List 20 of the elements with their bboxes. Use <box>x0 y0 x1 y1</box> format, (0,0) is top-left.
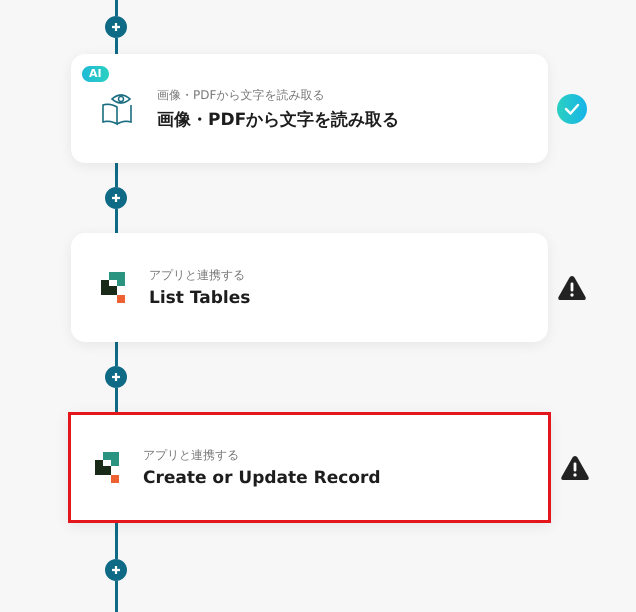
step-title: 画像・PDFから文字を読み取る <box>157 108 400 130</box>
plus-icon <box>111 193 121 203</box>
step-card[interactable]: アプリと連携する Create or Update Record <box>68 412 551 523</box>
step-caption: 画像・PDFから文字を読み取る <box>157 86 326 104</box>
add-step-button[interactable] <box>105 187 127 209</box>
add-step-button[interactable] <box>105 16 127 38</box>
step-caption: アプリと連携する <box>149 267 246 284</box>
plus-icon <box>111 565 121 575</box>
step-card[interactable]: アプリと連携する List Tables <box>71 233 548 342</box>
step-title: List Tables <box>149 288 250 308</box>
ai-badge: AI <box>82 66 109 82</box>
app-logo-icon <box>95 452 121 484</box>
plus-icon <box>111 372 121 382</box>
step-card[interactable]: AI 画像・PDFから文字を読み取る 画像・PDFから文字を読み取る <box>71 54 548 163</box>
app-logo-icon <box>101 272 127 304</box>
add-step-button[interactable] <box>105 366 127 388</box>
step-caption: アプリと連携する <box>143 447 240 464</box>
plus-icon <box>111 22 121 32</box>
step-title: Create or Update Record <box>143 468 381 488</box>
add-step-button[interactable] <box>105 559 127 581</box>
